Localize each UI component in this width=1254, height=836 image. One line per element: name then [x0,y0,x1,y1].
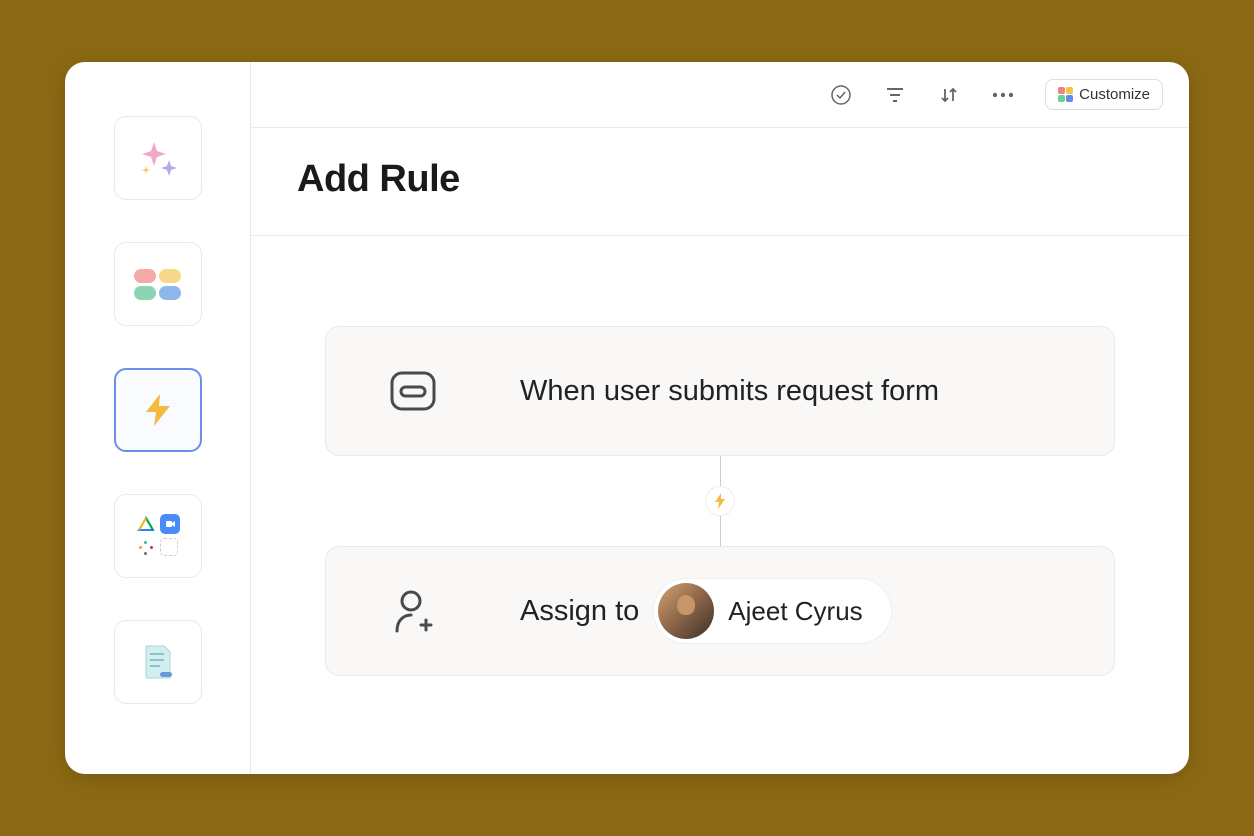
page-title: Add Rule [297,158,1143,201]
customize-button[interactable]: Customize [1045,79,1163,110]
rule-canvas: When user submits request form Assign to [251,236,1189,774]
connector [705,456,735,546]
sort-icon [939,85,959,105]
sidebar-item-rules[interactable] [114,368,202,452]
main-content: Customize Add Rule When user submits req… [251,62,1189,774]
customize-label: Customize [1079,86,1150,103]
action-card[interactable]: Assign to Ajeet Cyrus [325,546,1115,676]
check-circle-icon [830,84,852,106]
app-window: Customize Add Rule When user submits req… [65,62,1189,774]
avatar [658,583,714,639]
document-icon [140,642,176,682]
assignee-name: Ajeet Cyrus [728,596,862,627]
connector-bolt [705,486,735,516]
trigger-card[interactable]: When user submits request form [325,326,1115,456]
sparkle-icon [136,136,180,180]
action-label: Assign to [520,595,639,628]
toolbar: Customize [251,62,1189,128]
form-icon [386,369,440,413]
lightning-bolt-small-icon [713,492,727,510]
integrations-icon [136,514,180,558]
sort-button[interactable] [937,83,961,107]
more-button[interactable] [991,83,1015,107]
lightning-bolt-icon [138,390,178,430]
filter-icon [885,86,905,104]
assignee-pill[interactable]: Ajeet Cyrus [653,578,891,644]
customize-grid-icon [1058,87,1073,102]
connector-line-bottom [720,512,721,546]
more-horizontal-icon [992,92,1014,98]
trigger-text: When user submits request form [520,375,939,408]
connector-line-top [720,456,721,490]
assign-person-icon [386,587,440,635]
sidebar-item-apps[interactable] [114,242,202,326]
sidebar-item-docs[interactable] [114,620,202,704]
complete-toggle[interactable] [829,83,853,107]
sidebar [65,62,251,774]
page-header: Add Rule [251,128,1189,236]
sidebar-item-ai[interactable] [114,116,202,200]
filter-button[interactable] [883,83,907,107]
apps-icon [134,269,181,300]
sidebar-item-integrations[interactable] [114,494,202,578]
